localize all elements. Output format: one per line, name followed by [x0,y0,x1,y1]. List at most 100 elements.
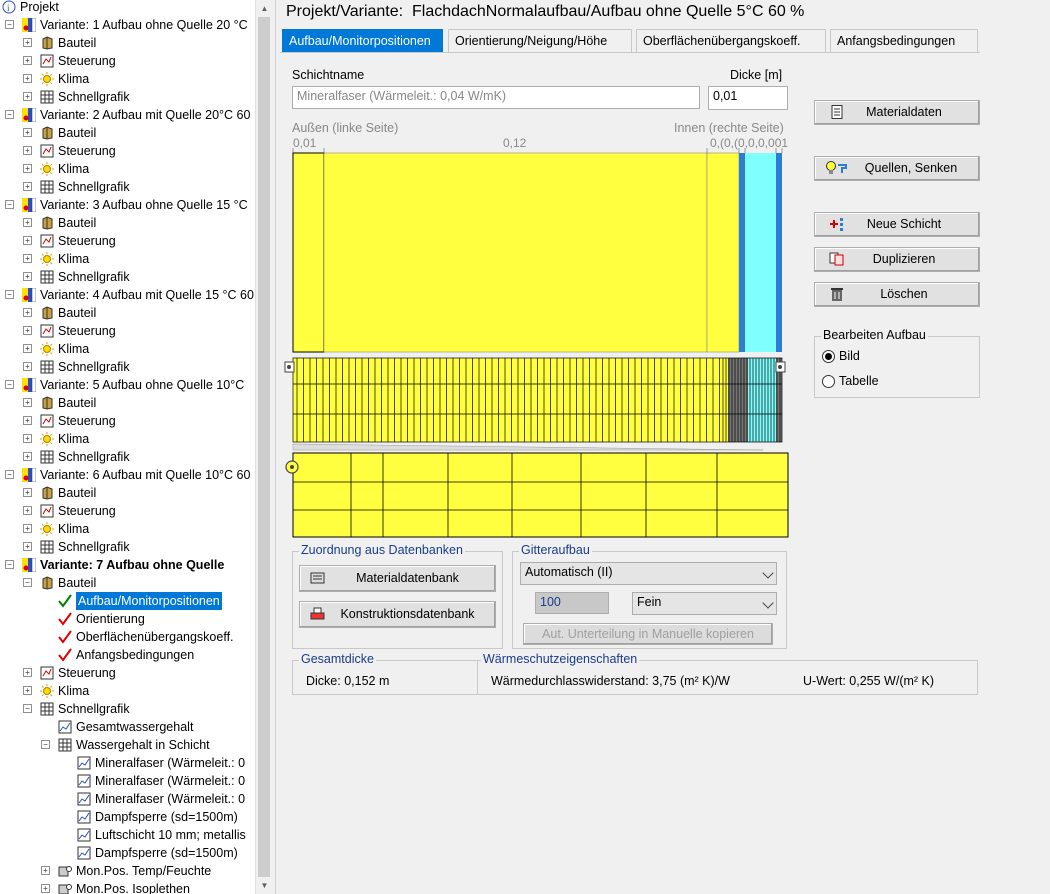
expand-icon[interactable]: + [23,416,32,425]
tree-item-steuerung[interactable]: + Steuerung [0,52,255,70]
scroll-up-arrow[interactable]: ▲ [256,0,273,17]
layer-mineralfaser-1[interactable] [292,152,325,353]
construction-diagram[interactable] [283,148,793,548]
expand-icon[interactable]: + [23,146,32,155]
expand-icon[interactable]: + [23,308,32,317]
tree-item-bauteil[interactable]: + Bauteil [0,214,255,232]
collapse-icon[interactable]: − [5,20,14,29]
tree-item-schnellgrafik[interactable]: + Schnellgrafik [0,268,255,286]
tree-item-schnellgrafik[interactable]: + Schnellgrafik [0,178,255,196]
konstruktionsdatenbank-button[interactable]: Konstruktionsdatenbank [299,601,496,628]
quellen-senken-button[interactable]: Quellen, Senken [814,156,980,181]
pane-splitter[interactable] [272,0,276,894]
target-icon[interactable] [285,460,299,474]
tree-item-steuerung[interactable]: + Steuerung [0,322,255,340]
tree-item-bauteil[interactable]: + Bauteil [0,34,255,52]
tree-item-schnellgrafik[interactable]: − Schnellgrafik [0,700,255,718]
tab-oberflaechen[interactable]: Oberflächenübergangskoeff. [636,29,826,52]
scroll-thumb[interactable] [258,17,270,877]
collapse-icon[interactable]: − [5,380,14,389]
tree-item-schicht[interactable]: Dampfsperre (sd=1500m) [0,808,255,826]
expand-icon[interactable]: + [23,182,32,191]
expand-icon[interactable]: + [23,398,32,407]
expand-icon[interactable]: + [23,542,32,551]
dicke-field[interactable]: 0,01 [708,86,788,110]
bild-label[interactable]: Bild [839,349,860,363]
tree-item-gesamtwasser[interactable]: Gesamtwassergehalt [0,718,255,736]
tree-item-schicht[interactable]: Mineralfaser (Wärmeleit.: 0 [0,790,255,808]
gitter-fineness-select[interactable]: Fein [632,592,777,615]
expand-icon[interactable]: + [41,884,50,893]
gitter-mode-select[interactable]: Automatisch (II) [520,562,777,585]
tree-item-schicht[interactable]: Luftschicht 10 mm; metallis [0,826,255,844]
expand-icon[interactable]: + [23,38,32,47]
tree-variant-active[interactable]: − Variante: 7 Aufbau ohne Quelle [0,556,255,574]
monitor-left-icon[interactable] [284,361,295,373]
tree-item-steuerung[interactable]: + Steuerung [0,412,255,430]
expand-icon[interactable]: + [23,128,32,137]
layer-luftschicht[interactable] [745,153,776,352]
tree-scrollbar[interactable]: ▲ ▼ [255,0,272,894]
expand-icon[interactable]: + [23,452,32,461]
tree-item-steuerung[interactable]: + Steuerung [0,232,255,250]
tree-item-bauteil[interactable]: + Bauteil [0,484,255,502]
expand-icon[interactable]: + [23,164,32,173]
tree-item-klima[interactable]: + Klima [0,340,255,358]
monitor-right-icon[interactable] [775,361,786,373]
tree-item-klima[interactable]: + Klima [0,160,255,178]
expand-icon[interactable]: + [23,434,32,443]
tree-item-schicht[interactable]: Mineralfaser (Wärmeleit.: 0 [0,772,255,790]
copy-unterteilung-button[interactable]: Aut. Unterteilung in Manuelle kopieren [523,623,773,645]
scroll-down-arrow[interactable]: ▼ [256,877,273,894]
neue-schicht-button[interactable]: Neue Schicht [814,212,980,237]
tree-variant[interactable]: − Variante: 1 Aufbau ohne Quelle 20 °C [0,16,255,34]
materialdatenbank-button[interactable]: Materialdatenbank [299,565,496,592]
tree-item-wasser-schicht[interactable]: − Wassergehalt in Schicht [0,736,255,754]
tree-item-schnellgrafik[interactable]: + Schnellgrafik [0,448,255,466]
expand-icon[interactable]: + [23,92,32,101]
tree-item-bauteil[interactable]: + Bauteil [0,394,255,412]
layer-mineralfaser-2[interactable] [323,152,708,353]
monitor-grid-area[interactable] [292,452,789,538]
project-tree[interactable]: i Projekt − Variante: 1 Aufbau ohne Quelle … [0,0,255,894]
tree-item-klima[interactable]: + Klima [0,682,255,700]
schichtname-field[interactable]: Mineralfaser (Wärmeleit.: 0,04 W/mK) [292,86,700,109]
tree-item-schicht[interactable]: Dampfsperre (sd=1500m) [0,844,255,862]
collapse-icon[interactable]: − [41,740,50,749]
tree-item-bauteil[interactable]: + Bauteil [0,124,255,142]
tree-item-klima[interactable]: + Klima [0,430,255,448]
collapse-icon[interactable]: − [5,290,14,299]
layer-dampfsperre-2[interactable] [776,153,782,352]
tab-anfangsbedingungen[interactable]: Anfangsbedingungen [830,29,978,52]
tab-orientierung[interactable]: Orientierung/Neigung/Höhe [448,29,632,52]
tab-aufbau[interactable]: Aufbau/Monitorpositionen [282,29,443,52]
tree-item-steuerung[interactable]: + Steuerung [0,142,255,160]
gitter-count-field[interactable]: 100 [535,592,609,614]
duplizieren-button[interactable]: Duplizieren [814,247,980,272]
tree-variant[interactable]: − Variante: 5 Aufbau ohne Quelle 10°C [0,376,255,394]
tabelle-radio[interactable] [822,375,835,388]
expand-icon[interactable]: + [23,272,32,281]
tree-item-schicht[interactable]: Mineralfaser (Wärmeleit.: 0 [0,754,255,772]
collapse-icon[interactable]: − [23,578,32,587]
collapse-icon[interactable]: − [5,110,14,119]
tree-item-bauteil-child[interactable]: Oberflächenübergangskoeff. [0,628,255,646]
expand-icon[interactable]: + [23,236,32,245]
tree-item-klima[interactable]: + Klima [0,70,255,88]
tree-item-bauteil-child[interactable]: Aufbau/Monitorpositionen [0,592,255,610]
expand-icon[interactable]: + [23,74,32,83]
expand-icon[interactable]: + [23,506,32,515]
layer-mineralfaser-3[interactable] [706,152,740,353]
expand-icon[interactable]: + [23,488,32,497]
tree-variant[interactable]: − Variante: 2 Aufbau mit Quelle 20°C 60 [0,106,255,124]
expand-icon[interactable]: + [23,362,32,371]
expand-icon[interactable]: + [23,686,32,695]
expand-icon[interactable]: + [23,668,32,677]
expand-icon[interactable]: + [41,866,50,875]
tree-root[interactable]: i Projekt [0,0,255,16]
expand-icon[interactable]: + [23,254,32,263]
tree-variant[interactable]: − Variante: 4 Aufbau mit Quelle 15 °C 60 [0,286,255,304]
tree-item-schnellgrafik[interactable]: + Schnellgrafik [0,358,255,376]
tree-item-klima[interactable]: + Klima [0,520,255,538]
loeschen-button[interactable]: Löschen [814,282,980,307]
